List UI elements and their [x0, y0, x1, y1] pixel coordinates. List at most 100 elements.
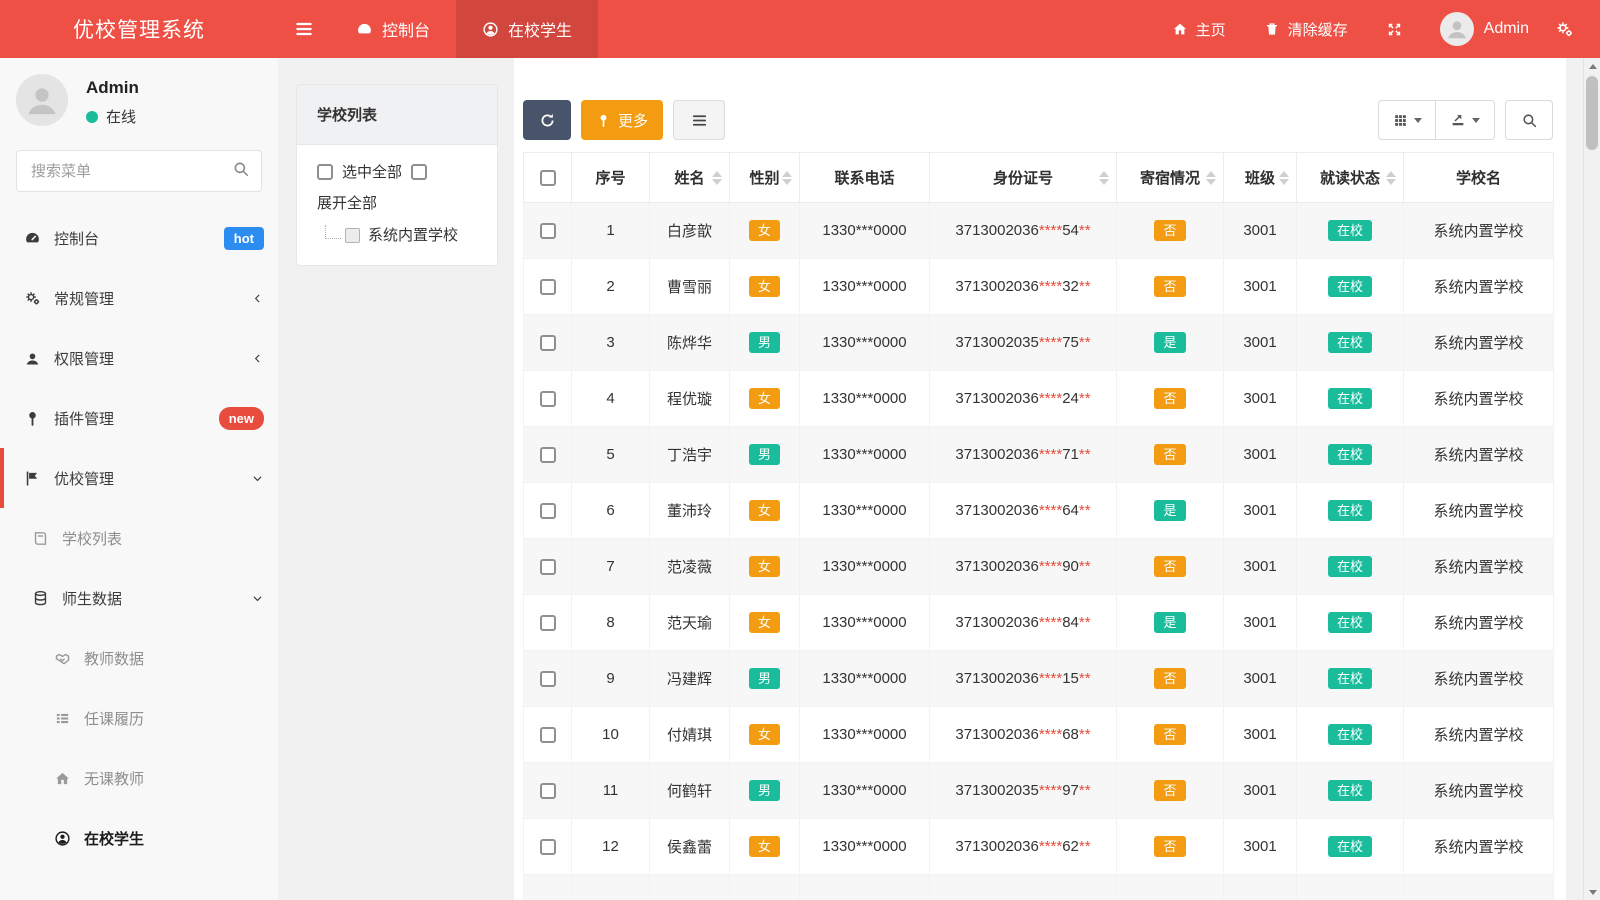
settings-button[interactable]	[1551, 0, 1578, 58]
select-all-rows-checkbox[interactable]	[540, 170, 556, 186]
cell-gender: 女	[730, 203, 800, 259]
select-all-checkbox[interactable]	[317, 164, 333, 180]
students-table: 序号姓名性别联系电话身份证号寄宿情况班级就读状态学校名 1白彦歆女1330***…	[523, 152, 1554, 900]
cell-name: 董沛玲	[650, 483, 730, 539]
scroll-down-arrow[interactable]	[1584, 884, 1600, 900]
refresh-button[interactable]	[523, 100, 571, 140]
person-icon	[22, 80, 62, 120]
cell-name: 陈烨华	[650, 315, 730, 371]
boarding-badge: 是	[1154, 500, 1185, 521]
column-header-班级[interactable]: 班级	[1224, 153, 1297, 203]
tab-enrolled-students[interactable]: 在校学生	[456, 0, 598, 58]
cell-school: 系统内置学校	[1404, 651, 1554, 707]
row-checkbox[interactable]	[540, 335, 556, 351]
boarding-badge: 否	[1154, 668, 1185, 689]
tab-label: 在校学生	[508, 17, 572, 41]
menu-search-input[interactable]	[16, 150, 262, 192]
cell-gender: 男	[730, 763, 800, 819]
row-checkbox[interactable]	[540, 447, 556, 463]
cell-phone: 1330***0000	[800, 427, 930, 483]
row-checkbox[interactable]	[540, 391, 556, 407]
sidebar-item-插件管理[interactable]: 插件管理new	[0, 388, 278, 448]
sidebar-item-常规管理[interactable]: 常规管理	[0, 268, 278, 328]
row-checkbox[interactable]	[540, 503, 556, 519]
sidebar-item-控制台[interactable]: 控制台hot	[0, 208, 278, 268]
gender-badge: 女	[749, 388, 780, 409]
id-masked-part: ****	[1039, 334, 1062, 351]
sidebar-item-任课履历[interactable]: 任课履历	[0, 688, 278, 748]
columns-dropdown-button[interactable]	[1378, 100, 1436, 140]
expand-all-checkbox[interactable]	[411, 164, 427, 180]
sidebar-item-label: 控制台	[54, 228, 99, 249]
table-search-button[interactable]	[1505, 100, 1553, 140]
sidebar-item-优校管理[interactable]: 优校管理	[0, 448, 278, 508]
gender-badge: 男	[749, 444, 780, 465]
profile-avatar[interactable]	[16, 74, 68, 126]
id-masked-part: ****	[1039, 278, 1062, 295]
tree-node-checkbox[interactable]	[345, 228, 360, 243]
cell-boarding: 否	[1117, 763, 1224, 819]
column-header-身份证号[interactable]: 身份证号	[930, 153, 1117, 203]
export-dropdown-button[interactable]	[1435, 100, 1495, 140]
row-checkbox[interactable]	[540, 223, 556, 239]
table-row: 9冯建辉男1330***00003713002036****15**否3001在…	[524, 651, 1554, 707]
tree-node-label[interactable]: 系统内置学校	[368, 224, 458, 245]
toggle-toolbar-button[interactable]	[673, 100, 725, 140]
id-masked-part: **	[1079, 558, 1091, 575]
clear-cache-link[interactable]: 清除缓存	[1245, 0, 1367, 58]
cell-status: 在校	[1297, 483, 1404, 539]
cell-class: 3001	[1224, 595, 1297, 651]
id-masked-part: ****	[1039, 782, 1062, 799]
cell-boarding: 否	[1117, 259, 1224, 315]
sidebar-toggle-button[interactable]	[278, 0, 330, 58]
cell-index: 3	[572, 315, 650, 371]
home-link[interactable]: 主页	[1153, 0, 1245, 58]
row-checkbox[interactable]	[540, 279, 556, 295]
sidebar-item-label: 插件管理	[54, 408, 114, 429]
fullscreen-button[interactable]	[1367, 0, 1422, 58]
tab-dashboard[interactable]: 控制台	[330, 0, 456, 58]
column-header-就读状态[interactable]: 就读状态	[1297, 153, 1404, 203]
users-icon	[24, 350, 41, 367]
gender-badge: 女	[749, 556, 780, 577]
user-menu[interactable]: Admin	[1484, 20, 1529, 38]
row-checkbox[interactable]	[540, 559, 556, 575]
pin-icon	[596, 113, 611, 128]
scroll-up-arrow[interactable]	[1584, 58, 1600, 74]
sidebar-item-label: 学校列表	[62, 528, 122, 549]
row-checkbox[interactable]	[540, 727, 556, 743]
refresh-icon	[539, 112, 556, 129]
row-checkbox[interactable]	[540, 783, 556, 799]
id-masked-part: **	[1079, 670, 1091, 687]
list-icon	[54, 710, 71, 727]
boarding-badge: 否	[1154, 836, 1185, 857]
sidebar-item-学校列表[interactable]: 学校列表	[0, 508, 278, 568]
sidebar-item-label: 优校管理	[54, 468, 114, 489]
cell-id-number: 3713002036****32**	[930, 259, 1117, 315]
cell-phone: 1330***0000	[800, 315, 930, 371]
cell-index: 8	[572, 595, 650, 651]
column-header-性别[interactable]: 性别	[730, 153, 800, 203]
more-button[interactable]: 更多	[581, 100, 663, 140]
row-checkbox[interactable]	[540, 839, 556, 855]
user-avatar[interactable]	[1440, 12, 1474, 46]
cell-gender: 男	[730, 427, 800, 483]
cell-name: 曹雪丽	[650, 259, 730, 315]
online-status-dot	[86, 111, 98, 123]
column-header-姓名[interactable]: 姓名	[650, 153, 730, 203]
cell-id-number: 3713002036****62**	[930, 819, 1117, 875]
sidebar-item-教师数据[interactable]: 教师数据	[0, 628, 278, 688]
id-masked-part: ****	[1039, 390, 1062, 407]
column-header-寄宿情况[interactable]: 寄宿情况	[1117, 153, 1224, 203]
sidebar-item-权限管理[interactable]: 权限管理	[0, 328, 278, 388]
sidebar-item-在校学生[interactable]: 在校学生	[0, 808, 278, 868]
expand-all-label[interactable]: 展开全部	[317, 192, 497, 213]
row-checkbox[interactable]	[540, 671, 556, 687]
cell-school: 系统内置学校	[1404, 483, 1554, 539]
scrollbar-thumb[interactable]	[1586, 76, 1598, 150]
sort-arrows-icon	[1279, 171, 1289, 185]
row-checkbox[interactable]	[540, 615, 556, 631]
sidebar-item-无课教师[interactable]: 无课教师	[0, 748, 278, 808]
sidebar-item-师生数据[interactable]: 师生数据	[0, 568, 278, 628]
cell-id-number: 3713002035****97**	[930, 763, 1117, 819]
